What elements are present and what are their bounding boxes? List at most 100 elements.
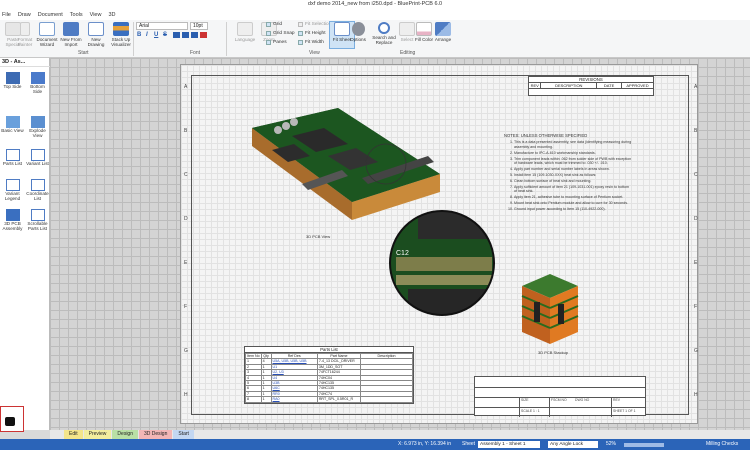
sheet-thumbnail[interactable]: [0, 406, 24, 432]
language-button[interactable]: Language: [232, 22, 258, 42]
via-icon: [558, 304, 564, 324]
milling-checks-status[interactable]: Milling Checks: [706, 439, 738, 450]
tb-sheet-label: SHEET 1 OF 1: [613, 409, 636, 413]
title-block-line: [611, 397, 612, 417]
lp-bottom-side[interactable]: Bottom Side: [25, 72, 50, 94]
zoom-ref-label: C4: [394, 221, 402, 227]
zoom-ref-label: C12: [396, 250, 409, 257]
strikethrough-button[interactable]: S: [163, 32, 167, 38]
ref-des-link[interactable]: RA0: [270, 396, 318, 403]
zone-letter: D: [184, 216, 188, 222]
sheet-frame: A B C D E F G H A B C D E F G H REVISION…: [184, 75, 698, 417]
angle-lock-select[interactable]: Any Angle Lock: [548, 441, 598, 448]
tab-edit[interactable]: Edit: [64, 430, 83, 439]
sheet-select[interactable]: Assembly 1 - Sheet 1: [478, 441, 540, 448]
new-from-import-button[interactable]: New From Import: [58, 22, 84, 47]
parts-list-table[interactable]: Parts List Item No Qty Ref Des Part Name…: [244, 346, 414, 404]
rev-col: APPROVED: [626, 83, 649, 88]
title-bar: dxf demo 2014_new from i250.dpd - BluePr…: [0, 0, 750, 10]
list-icon: [30, 209, 45, 221]
fit-width-button[interactable]: Fit Width: [298, 40, 324, 45]
tab-design[interactable]: Design: [112, 430, 138, 439]
zone-letter: H: [184, 392, 188, 398]
wizard-icon: [39, 22, 55, 36]
menu-3d[interactable]: 3D: [108, 10, 115, 20]
fit-selection-button[interactable]: Fit Selection: [298, 22, 331, 27]
arrange-button[interactable]: Arrange: [430, 22, 456, 42]
font-name-select[interactable]: Arial: [136, 22, 188, 30]
menu-draw[interactable]: Draw: [18, 10, 31, 20]
new-drawing-button[interactable]: New Drawing: [83, 22, 109, 47]
note-item: Manufacture to IPC-A-610 workmanship sta…: [514, 151, 632, 155]
tb-scale-label: SCALE 1 : 1: [521, 409, 540, 413]
zone-letter: C: [694, 172, 698, 178]
grid-toggle[interactable]: Grid: [266, 22, 282, 27]
note-item: Ground input power according to Item 15 …: [514, 207, 632, 211]
lp-explode-view[interactable]: Explode View: [25, 116, 50, 138]
zone-letter: C: [184, 172, 188, 178]
document-wizard-button[interactable]: Document Wizard: [34, 22, 60, 47]
gear-icon: [351, 22, 365, 36]
table-cell: 1: [260, 396, 272, 403]
left-pane-header: 3D - As...: [0, 58, 50, 67]
underline-button[interactable]: U: [154, 32, 158, 38]
bottom-side-icon: [30, 72, 45, 84]
zone-letter: A: [184, 84, 188, 90]
table-row[interactable]: 8 1 RA0 RRT_SPL_0.5R01_R: [245, 396, 413, 403]
menu-bar: File Draw Document Tools View 3D: [0, 10, 750, 20]
title-block[interactable]: SIZE FSCM NO DWG NO REV SCALE 1 : 1 SHEE…: [474, 376, 646, 417]
list-icon: [30, 179, 45, 191]
lp-top-side[interactable]: Top Side: [0, 72, 25, 89]
grid-snap-toggle[interactable]: Grid Snap: [266, 31, 295, 36]
menu-view[interactable]: View: [90, 10, 102, 20]
via-icon: [534, 302, 540, 322]
align-right-icon[interactable]: [191, 32, 198, 38]
revisions-block[interactable]: REVISIONS REV DESCRIPTION DATE APPROVED: [528, 76, 654, 96]
arrange-icon: [435, 22, 451, 36]
lp-basic-view[interactable]: Basic View: [0, 116, 25, 133]
table-cell: [360, 396, 413, 403]
lp-variant-list[interactable]: Variant List: [25, 149, 50, 166]
note-item: Trim component leads within .062 from so…: [514, 157, 632, 166]
explode-view-icon: [30, 116, 45, 128]
zoom-magnifier[interactable]: C12 C4: [388, 209, 496, 317]
tab-preview[interactable]: Preview: [83, 430, 112, 439]
menu-tools[interactable]: Tools: [70, 10, 83, 20]
zoom-slider[interactable]: [624, 443, 664, 447]
basic-view-icon: [5, 116, 20, 128]
rev-col: DESCRIPTION: [541, 83, 598, 88]
options-button[interactable]: Options: [345, 22, 371, 42]
drawing-canvas[interactable]: A B C D E F G H A B C D E F G H REVISION…: [50, 58, 750, 430]
notes-block[interactable]: NOTES: UNLESS OTHERWISE SPECIFIED This i…: [504, 133, 632, 213]
list-icon: [30, 149, 45, 161]
zoom-level[interactable]: 52%: [606, 439, 616, 450]
menu-document[interactable]: Document: [38, 10, 63, 20]
lp-coordinate-list[interactable]: Coordinate List: [25, 179, 50, 201]
font-size-select[interactable]: 10pt: [190, 22, 208, 30]
align-left-icon[interactable]: [173, 32, 180, 38]
lp-variant-legend[interactable]: Variant Legend: [0, 179, 25, 201]
zone-letter: F: [694, 304, 698, 310]
fit-icon: [298, 40, 303, 45]
zoom-pins: [396, 275, 492, 285]
lp-parts-list[interactable]: Parts List: [0, 149, 25, 166]
bold-button[interactable]: B: [137, 32, 141, 38]
zoom-pins: [396, 257, 492, 271]
italic-button[interactable]: I: [146, 32, 148, 38]
capacitor-icon: [282, 122, 290, 130]
font-color-icon[interactable]: [200, 32, 207, 38]
checkbox-icon: [266, 40, 271, 45]
drawing-sheet[interactable]: A B C D E F G H A B C D E F G H REVISION…: [180, 64, 698, 424]
top-side-icon: [5, 72, 20, 84]
tab-start[interactable]: Start: [173, 430, 194, 439]
fit-height-button[interactable]: Fit Height: [298, 31, 326, 36]
panes-toggle[interactable]: Panes: [266, 40, 287, 45]
menu-file[interactable]: File: [2, 10, 11, 20]
stack-up-visualizer-button[interactable]: Stack Up Visualizer: [108, 22, 134, 47]
tab-3d-design[interactable]: 3D Design: [139, 430, 173, 439]
lp-3d-pcb-assembly[interactable]: 3D PCB Assembly: [0, 209, 25, 231]
legend-icon: [5, 179, 20, 191]
align-center-icon[interactable]: [182, 32, 189, 38]
lp-scrollable-parts-list[interactable]: Scrollable Parts List: [25, 209, 50, 231]
pcb-stackup-view[interactable]: [514, 268, 584, 348]
